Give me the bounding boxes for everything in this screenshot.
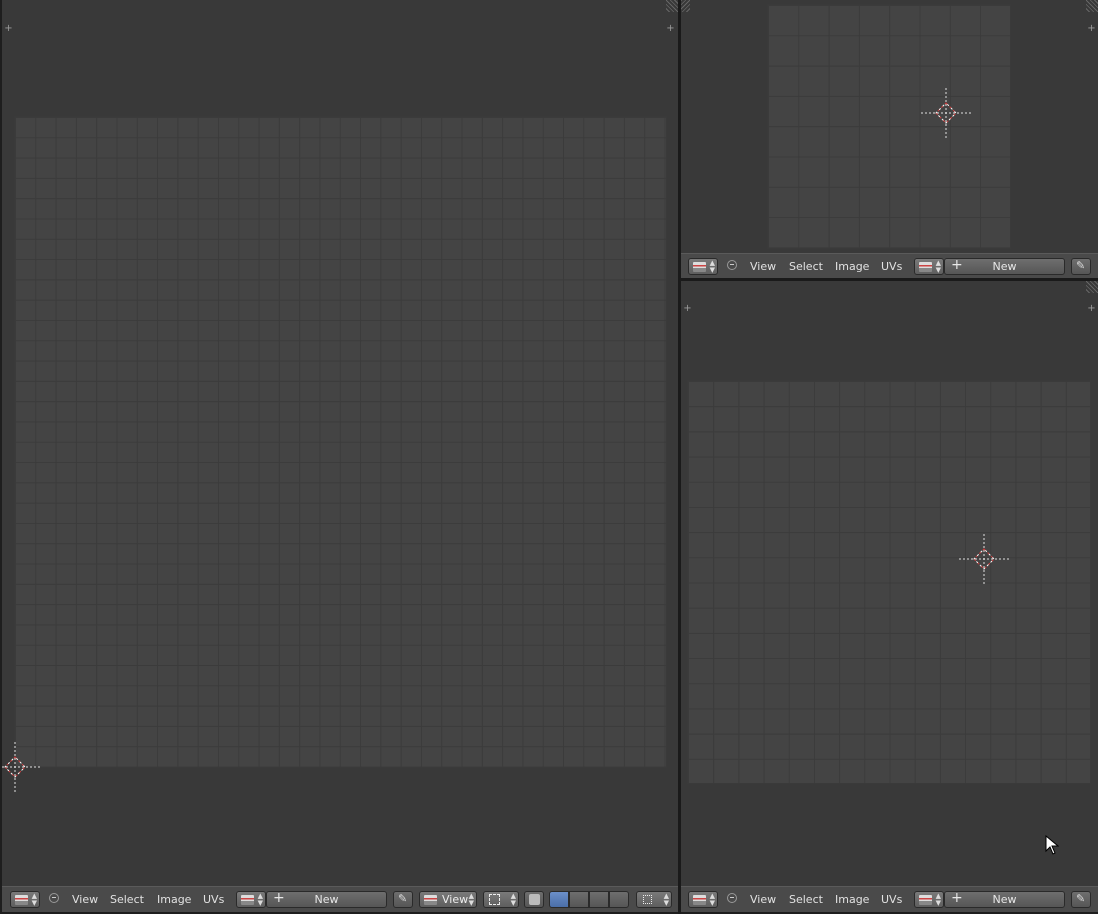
select-mode-island[interactable] <box>609 891 629 908</box>
region-toggle-plus-icon[interactable]: + <box>683 304 692 314</box>
sticky-selection-icon <box>643 895 652 904</box>
image-browse-icon <box>919 895 932 905</box>
image-editor-icon <box>15 895 28 905</box>
bottom-right-header-bar: ▲ ▼ View Select Image UVs ▲ ▼ + New ✎ <box>681 886 1098 912</box>
editor-type-dropdown[interactable]: ▲ ▼ <box>688 258 718 275</box>
collapse-menu-icon[interactable] <box>49 893 59 903</box>
view-mode-dropdown[interactable]: View ▲ ▼ <box>419 891 477 908</box>
top-right-image-editor-area[interactable]: + ▲ ▼ View Select Image UVs ▲ ▼ + New ✎ <box>681 0 1098 278</box>
new-button-label: New <box>992 893 1017 906</box>
2d-cursor-icon <box>959 534 1009 584</box>
updown-arrows-icon: ▲ ▼ <box>510 892 516 907</box>
select-mode-edge[interactable] <box>569 891 589 908</box>
pin-button[interactable]: ✎ <box>1071 891 1091 908</box>
image-editor-icon <box>693 895 706 905</box>
new-image-button[interactable]: + New <box>944 258 1065 275</box>
pin-icon: ✎ <box>1076 259 1086 272</box>
uv-grid <box>15 117 666 767</box>
image-browse-icon <box>241 895 254 905</box>
updown-arrows-icon: ▲ ▼ <box>935 259 941 274</box>
region-toggle-plus-icon[interactable]: + <box>666 24 675 34</box>
collapse-menu-icon[interactable] <box>727 893 737 903</box>
updown-arrows-icon: ▲ ▼ <box>709 892 715 907</box>
pivot-icon <box>489 894 500 905</box>
left-image-editor-area[interactable]: + + ▲▼ View Select Image UVs ▲▼ + New <box>2 0 678 912</box>
plus-icon: + <box>951 890 963 906</box>
area-split-corner-icon[interactable] <box>1086 281 1098 293</box>
select-mode-vertex[interactable] <box>549 891 569 908</box>
top-right-uv-viewport[interactable]: + <box>681 0 1098 253</box>
menu-image[interactable]: Image <box>835 259 869 275</box>
menu-view[interactable]: View <box>72 892 98 908</box>
editor-type-dropdown[interactable]: ▲ ▼ <box>10 891 40 908</box>
plus-icon: + <box>951 257 963 273</box>
pin-button[interactable]: ✎ <box>1071 258 1091 275</box>
menu-uvs[interactable]: UVs <box>203 892 224 908</box>
area-split-corner-icon[interactable] <box>1086 0 1098 12</box>
collapse-menu-icon[interactable] <box>727 260 737 270</box>
left-header-bar: ▲ ▼ View Select Image UVs ▲ ▼ + New ✎ View… <box>2 886 678 912</box>
image-browse-icon <box>919 262 932 272</box>
new-button-label: New <box>314 893 339 906</box>
menu-view[interactable]: View <box>750 892 776 908</box>
sync-selection-icon <box>529 894 540 905</box>
2d-cursor-icon <box>2 742 40 792</box>
image-browse-dropdown[interactable]: ▲ ▼ <box>914 258 944 275</box>
region-toggle-plus-icon[interactable]: + <box>1087 304 1096 314</box>
image-editor-icon <box>693 262 706 272</box>
2d-cursor-icon <box>921 88 971 138</box>
menu-view[interactable]: View <box>750 259 776 275</box>
updown-arrows-icon: ▲ ▼ <box>663 892 669 907</box>
new-image-button[interactable]: + New <box>266 891 387 908</box>
view-mode-label: View <box>442 893 469 906</box>
area-split-corner-icon[interactable] <box>666 0 678 12</box>
updown-arrows-icon: ▲ ▼ <box>468 892 474 907</box>
updown-arrows-icon: ▲ ▼ <box>257 892 263 907</box>
pin-button[interactable]: ✎ <box>393 891 413 908</box>
menu-uvs[interactable]: UVs <box>881 259 902 275</box>
uv-grid <box>688 381 1090 783</box>
view-mode-icon <box>424 895 437 905</box>
menu-image[interactable]: Image <box>157 892 191 908</box>
pin-icon: ✎ <box>398 892 408 905</box>
menu-select[interactable]: Select <box>789 259 823 275</box>
updown-arrows-icon: ▲ ▼ <box>31 892 37 907</box>
new-button-label: New <box>992 260 1017 273</box>
uv-grid <box>768 5 1010 248</box>
sticky-selection-dropdown[interactable]: ▲ ▼ <box>636 891 672 908</box>
pin-icon: ✎ <box>1076 892 1086 905</box>
region-toggle-plus-icon[interactable]: + <box>4 24 13 34</box>
pivot-dropdown[interactable]: ▲ ▼ <box>483 891 519 908</box>
plus-icon: + <box>273 890 285 906</box>
updown-arrows-icon: ▲ ▼ <box>935 892 941 907</box>
menu-image[interactable]: Image <box>835 892 869 908</box>
updown-arrows-icon: ▲ ▼ <box>709 259 715 274</box>
menu-select[interactable]: Select <box>789 892 823 908</box>
image-browse-dropdown[interactable]: ▲ ▼ <box>236 891 266 908</box>
area-split-corner-icon[interactable] <box>681 0 690 12</box>
new-image-button[interactable]: + New <box>944 891 1065 908</box>
menu-select[interactable]: Select <box>110 892 144 908</box>
region-toggle-plus-icon[interactable]: + <box>1087 24 1096 34</box>
select-mode-face[interactable] <box>589 891 609 908</box>
image-browse-dropdown[interactable]: ▲ ▼ <box>914 891 944 908</box>
editor-type-dropdown[interactable]: ▲ ▼ <box>688 891 718 908</box>
left-uv-viewport[interactable]: + + <box>2 0 678 886</box>
top-right-header-bar: ▲ ▼ View Select Image UVs ▲ ▼ + New ✎ <box>681 253 1098 278</box>
sync-selection-toggle[interactable] <box>524 891 544 908</box>
bottom-right-uv-viewport[interactable]: + + <box>681 281 1098 886</box>
bottom-right-image-editor-area[interactable]: + + ▲ ▼ View Select Image UVs ▲ ▼ + New … <box>681 281 1098 912</box>
menu-uvs[interactable]: UVs <box>881 892 902 908</box>
mouse-pointer-icon <box>1045 835 1059 855</box>
